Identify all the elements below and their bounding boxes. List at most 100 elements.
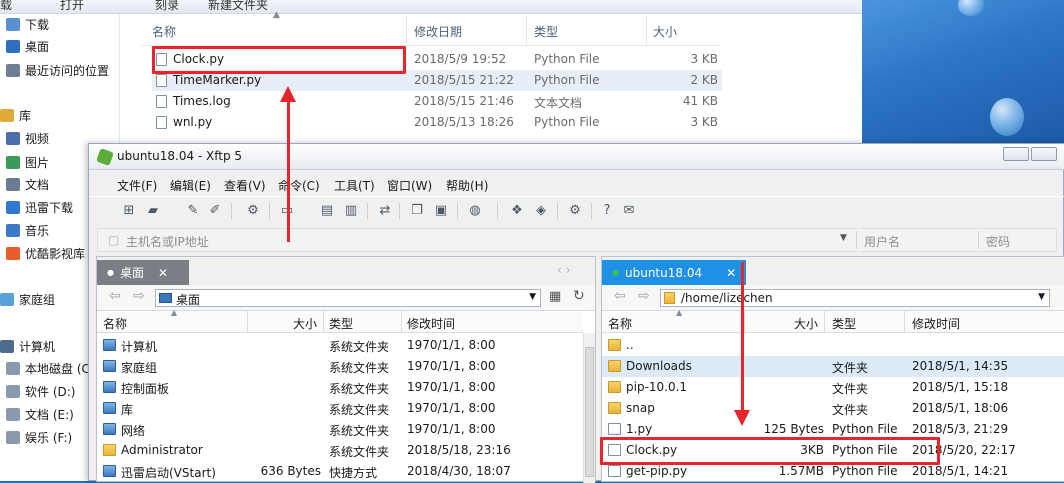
list-item[interactable]: 迅雷启动(VStart) 636 Bytes 快捷方式 2018/4/30, 18:0… xyxy=(97,461,583,482)
menu-item[interactable]: 文件(F) xyxy=(117,177,157,194)
col-date[interactable]: 修改时间 xyxy=(912,315,960,332)
file-row[interactable]: wnl.py 2018/5/13 18:26 Python File 3 KB xyxy=(152,112,722,133)
sidebar-item[interactable]: 娱乐 (F:) xyxy=(6,427,72,447)
sidebar-item-label: 库 xyxy=(19,108,32,123)
file-row[interactable]: Times.log 2018/5/15 21:46 文本文档 41 KB xyxy=(152,91,722,112)
list-item[interactable]: 控制面板 系统文件夹 1970/1/1, 8:00 xyxy=(97,377,583,398)
close-icon[interactable]: ✕ xyxy=(158,266,168,280)
sidebar-item[interactable]: 最近访问的位置 xyxy=(6,60,109,80)
open-folder-icon[interactable]: ▰ xyxy=(145,203,161,219)
list-item[interactable]: 网络 系统文件夹 1970/1/1, 8:00 xyxy=(97,419,583,440)
menu-item[interactable]: 工具(T) xyxy=(334,177,375,194)
xshell-icon[interactable]: ❖ xyxy=(509,203,525,219)
sync-icon[interactable]: ⇄ xyxy=(377,203,393,219)
file-disabled-icon[interactable]: ▥ xyxy=(343,203,359,219)
col-date[interactable]: 修改日期 xyxy=(414,23,462,40)
tab-remote-ubuntu[interactable]: ● ubuntu18.04 ✕ xyxy=(602,260,746,285)
list-item[interactable]: Downloads 文件夹 2018/5/1, 14:35 xyxy=(602,356,1064,377)
list-item[interactable]: .. xyxy=(602,335,1064,356)
menu-item[interactable]: 窗口(W) xyxy=(387,177,432,194)
sidebar-item[interactable]: 文档 xyxy=(6,174,49,194)
copy-icon[interactable]: ❐ xyxy=(409,203,425,219)
tab-label: 桌面 xyxy=(119,266,144,280)
col-date[interactable]: 修改时间 xyxy=(407,315,455,332)
toolbar-fragment[interactable]: 载 xyxy=(0,0,12,13)
list-item[interactable]: 库 系统文件夹 1970/1/1, 8:00 xyxy=(97,398,583,419)
close-icon[interactable]: ✕ xyxy=(726,266,736,280)
sidebar-item[interactable]: 下载 xyxy=(6,14,49,34)
col-type[interactable]: 类型 xyxy=(329,315,353,332)
toolbar-new-folder[interactable]: 新建文件夹 xyxy=(208,0,268,13)
properties-icon[interactable]: ⚙ xyxy=(245,203,261,219)
item-date: 2018/5/1, 18:06 xyxy=(912,401,1009,415)
connect-icon[interactable]: ✎ xyxy=(185,203,201,219)
password-input[interactable]: 密码 xyxy=(986,233,1010,250)
file-icon[interactable]: ▤ xyxy=(319,203,335,219)
col-type[interactable]: 类型 xyxy=(832,315,856,332)
sidebar-item[interactable]: 视频 xyxy=(6,128,49,148)
chevron-down-icon: ▼ xyxy=(1038,292,1045,302)
sidebar-item[interactable]: 迅雷下载 xyxy=(6,197,73,217)
sidebar-item[interactable]: 文档 (E:) xyxy=(6,404,74,424)
local-path-input[interactable]: 桌面 ▼ xyxy=(155,289,541,307)
back-icon[interactable]: ⇦ xyxy=(109,288,121,304)
globe-icon[interactable]: ◍ xyxy=(467,203,483,219)
sidebar-item[interactable]: 库 xyxy=(0,105,31,125)
item-date: 1970/1/1, 8:00 xyxy=(407,338,496,352)
maximize-button[interactable] xyxy=(1031,147,1057,161)
sidebar-item[interactable]: 软件 (D:) xyxy=(6,381,75,401)
sidebar-item[interactable]: 家庭组 xyxy=(0,289,55,309)
toolbar-open[interactable]: 打开 xyxy=(60,0,84,13)
menu-item[interactable]: 命令(C) xyxy=(278,177,320,194)
col-size[interactable]: 大小 xyxy=(293,315,317,332)
help-icon[interactable]: ? xyxy=(599,203,615,219)
sidebar-item[interactable]: 本地磁盘 (C xyxy=(6,358,90,378)
back-icon[interactable]: ⇦ xyxy=(614,288,626,304)
list-item[interactable]: Administrator 系统文件夹 2018/5/18, 23:16 xyxy=(97,440,583,461)
file-date: 2018/5/15 21:46 xyxy=(414,94,514,108)
minimize-button[interactable] xyxy=(1003,147,1029,161)
sort-ascending-icon: ▲ xyxy=(676,308,683,317)
host-input[interactable]: 主机名或IP地址 xyxy=(126,233,209,250)
list-item[interactable]: 家庭组 系统文件夹 1970/1/1, 8:00 xyxy=(97,356,583,377)
sidebar-item[interactable]: 桌面 xyxy=(6,36,49,56)
sidebar-item[interactable]: 音乐 xyxy=(6,220,49,240)
refresh-icon[interactable]: ↻ xyxy=(573,288,585,304)
forward-icon[interactable]: ⇨ xyxy=(638,288,650,304)
folder-up-icon[interactable]: ▦ xyxy=(549,289,561,304)
col-size[interactable]: 大小 xyxy=(653,23,677,40)
toolbar-burn[interactable]: 刻录 xyxy=(155,0,179,13)
remote-path-input[interactable]: /home/lizechen ▼ xyxy=(660,289,1050,307)
host-dropdown-icon[interactable]: ▼ xyxy=(840,233,847,243)
col-type[interactable]: 类型 xyxy=(534,23,558,40)
new-session-icon[interactable]: ⊞ xyxy=(121,203,137,219)
paste-icon[interactable]: ▣ xyxy=(433,203,449,219)
sidebar-item[interactable]: 图片 xyxy=(6,152,49,172)
tab-local-desktop[interactable]: ● 桌面 ✕ xyxy=(97,260,189,285)
col-size[interactable]: 大小 xyxy=(794,315,818,332)
list-item[interactable]: snap 文件夹 2018/5/1, 18:06 xyxy=(602,398,1064,419)
tab-scroll-icon[interactable]: ‹ › xyxy=(557,263,570,277)
menu-item[interactable]: 编辑(E) xyxy=(170,177,211,194)
gear-icon[interactable]: ⚙ xyxy=(567,203,583,219)
remote-tab-bar: ● ubuntu18.04 ✕ xyxy=(602,257,1064,285)
video-icon xyxy=(6,131,20,145)
list-item[interactable]: pip-10.0.1 文件夹 2018/5/1, 15:18 xyxy=(602,377,1064,398)
col-name[interactable]: 名称 xyxy=(103,315,127,332)
list-item[interactable]: 计算机 系统文件夹 1970/1/1, 8:00 xyxy=(97,335,583,356)
col-name[interactable]: 名称 xyxy=(152,23,176,40)
menu-item[interactable]: 帮助(H) xyxy=(446,177,488,194)
col-name[interactable]: 名称 xyxy=(608,315,632,332)
menu-item[interactable]: 查看(V) xyxy=(224,177,266,194)
sidebar-item[interactable]: 计算机 xyxy=(0,336,55,356)
sidebar-item[interactable]: 优酷影视库 xyxy=(6,243,85,263)
local-scrollbar[interactable] xyxy=(583,333,595,483)
username-input[interactable]: 用户名 xyxy=(864,233,900,250)
scroll-thumb[interactable] xyxy=(585,347,594,477)
forward-icon[interactable]: ⇨ xyxy=(133,288,145,304)
chat-icon[interactable]: ✉ xyxy=(621,203,637,219)
item-type: 系统文件夹 xyxy=(329,445,390,459)
disconnect-icon[interactable]: ✐ xyxy=(207,203,223,219)
transfer-icon[interactable]: ◈ xyxy=(533,203,549,219)
item-date: 2018/5/1, 15:18 xyxy=(912,380,1009,394)
